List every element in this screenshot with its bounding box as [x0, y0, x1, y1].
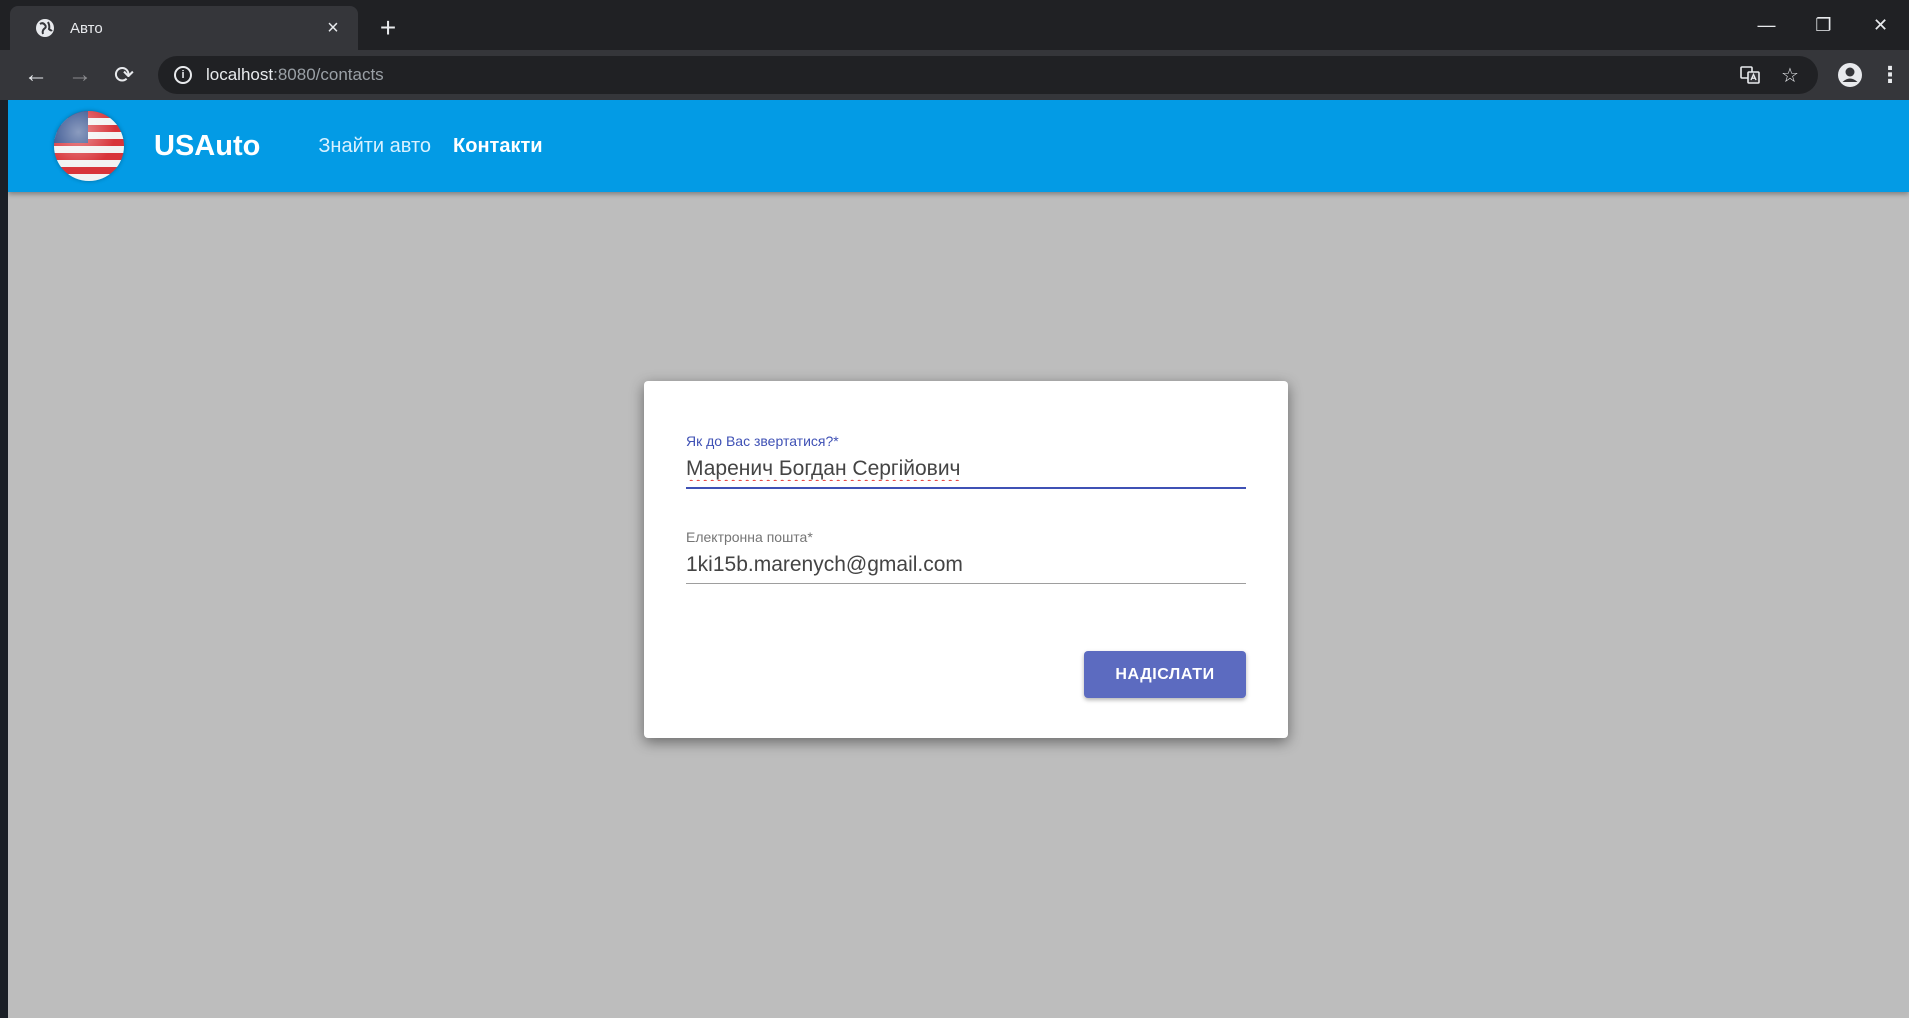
profile-icon[interactable]	[1834, 59, 1866, 91]
email-field: Електронна пошта*	[686, 529, 1246, 584]
url-path: :8080/contacts	[273, 65, 384, 84]
minimize-icon[interactable]: —	[1738, 0, 1795, 50]
restore-icon[interactable]: ❐	[1795, 0, 1852, 50]
contact-form-card: Як до Вас звертатися?* Електронна пошта*…	[644, 381, 1288, 738]
nav-link-find-car[interactable]: Знайти авто	[318, 135, 431, 158]
window-controls: — ❐ ✕	[1738, 0, 1909, 50]
url-host: localhost	[206, 65, 274, 84]
name-field: Як до Вас звертатися?*	[686, 433, 1246, 489]
app-bar: USAuto Знайти авто Контакти	[8, 100, 1909, 192]
browser-tab[interactable]: Авто ×	[10, 6, 358, 50]
name-field-label: Як до Вас звертатися?*	[686, 433, 839, 449]
close-window-icon[interactable]: ✕	[1852, 0, 1909, 50]
url-text: localhost:8080/contacts	[206, 65, 1726, 85]
tab-title: Авто	[70, 19, 103, 37]
submit-button[interactable]: НАДІСЛАТИ	[1084, 651, 1246, 698]
back-icon[interactable]: ←	[20, 59, 52, 91]
email-field-label: Електронна пошта*	[686, 529, 813, 545]
new-tab-button[interactable]: +	[372, 12, 404, 44]
address-bar[interactable]: i localhost:8080/contacts ☆	[158, 56, 1818, 94]
close-tab-icon[interactable]: ×	[322, 17, 344, 39]
translate-icon[interactable]	[1734, 59, 1766, 91]
name-input[interactable]	[686, 451, 1246, 489]
browser-menu-icon[interactable]: ⋮	[1878, 59, 1902, 91]
globe-icon	[34, 17, 56, 39]
forward-icon[interactable]: →	[64, 59, 96, 91]
page-viewport: USAuto Знайти авто Контакти [IMG: Contai…	[8, 100, 1909, 1018]
browser-toolbar: ← → ⟳ i localhost:8080/contacts ☆ ⋮	[0, 50, 1909, 100]
nav-link-contacts[interactable]: Контакти	[453, 135, 543, 158]
browser-tabstrip: Авто × + — ❐ ✕	[0, 0, 1909, 50]
site-info-icon[interactable]: i	[174, 66, 192, 84]
usa-flag-logo[interactable]	[54, 111, 124, 181]
brand-title[interactable]: USAuto	[154, 130, 260, 163]
reload-icon[interactable]: ⟳	[108, 59, 140, 91]
bookmark-star-icon[interactable]: ☆	[1774, 59, 1806, 91]
email-input[interactable]	[686, 547, 1246, 584]
